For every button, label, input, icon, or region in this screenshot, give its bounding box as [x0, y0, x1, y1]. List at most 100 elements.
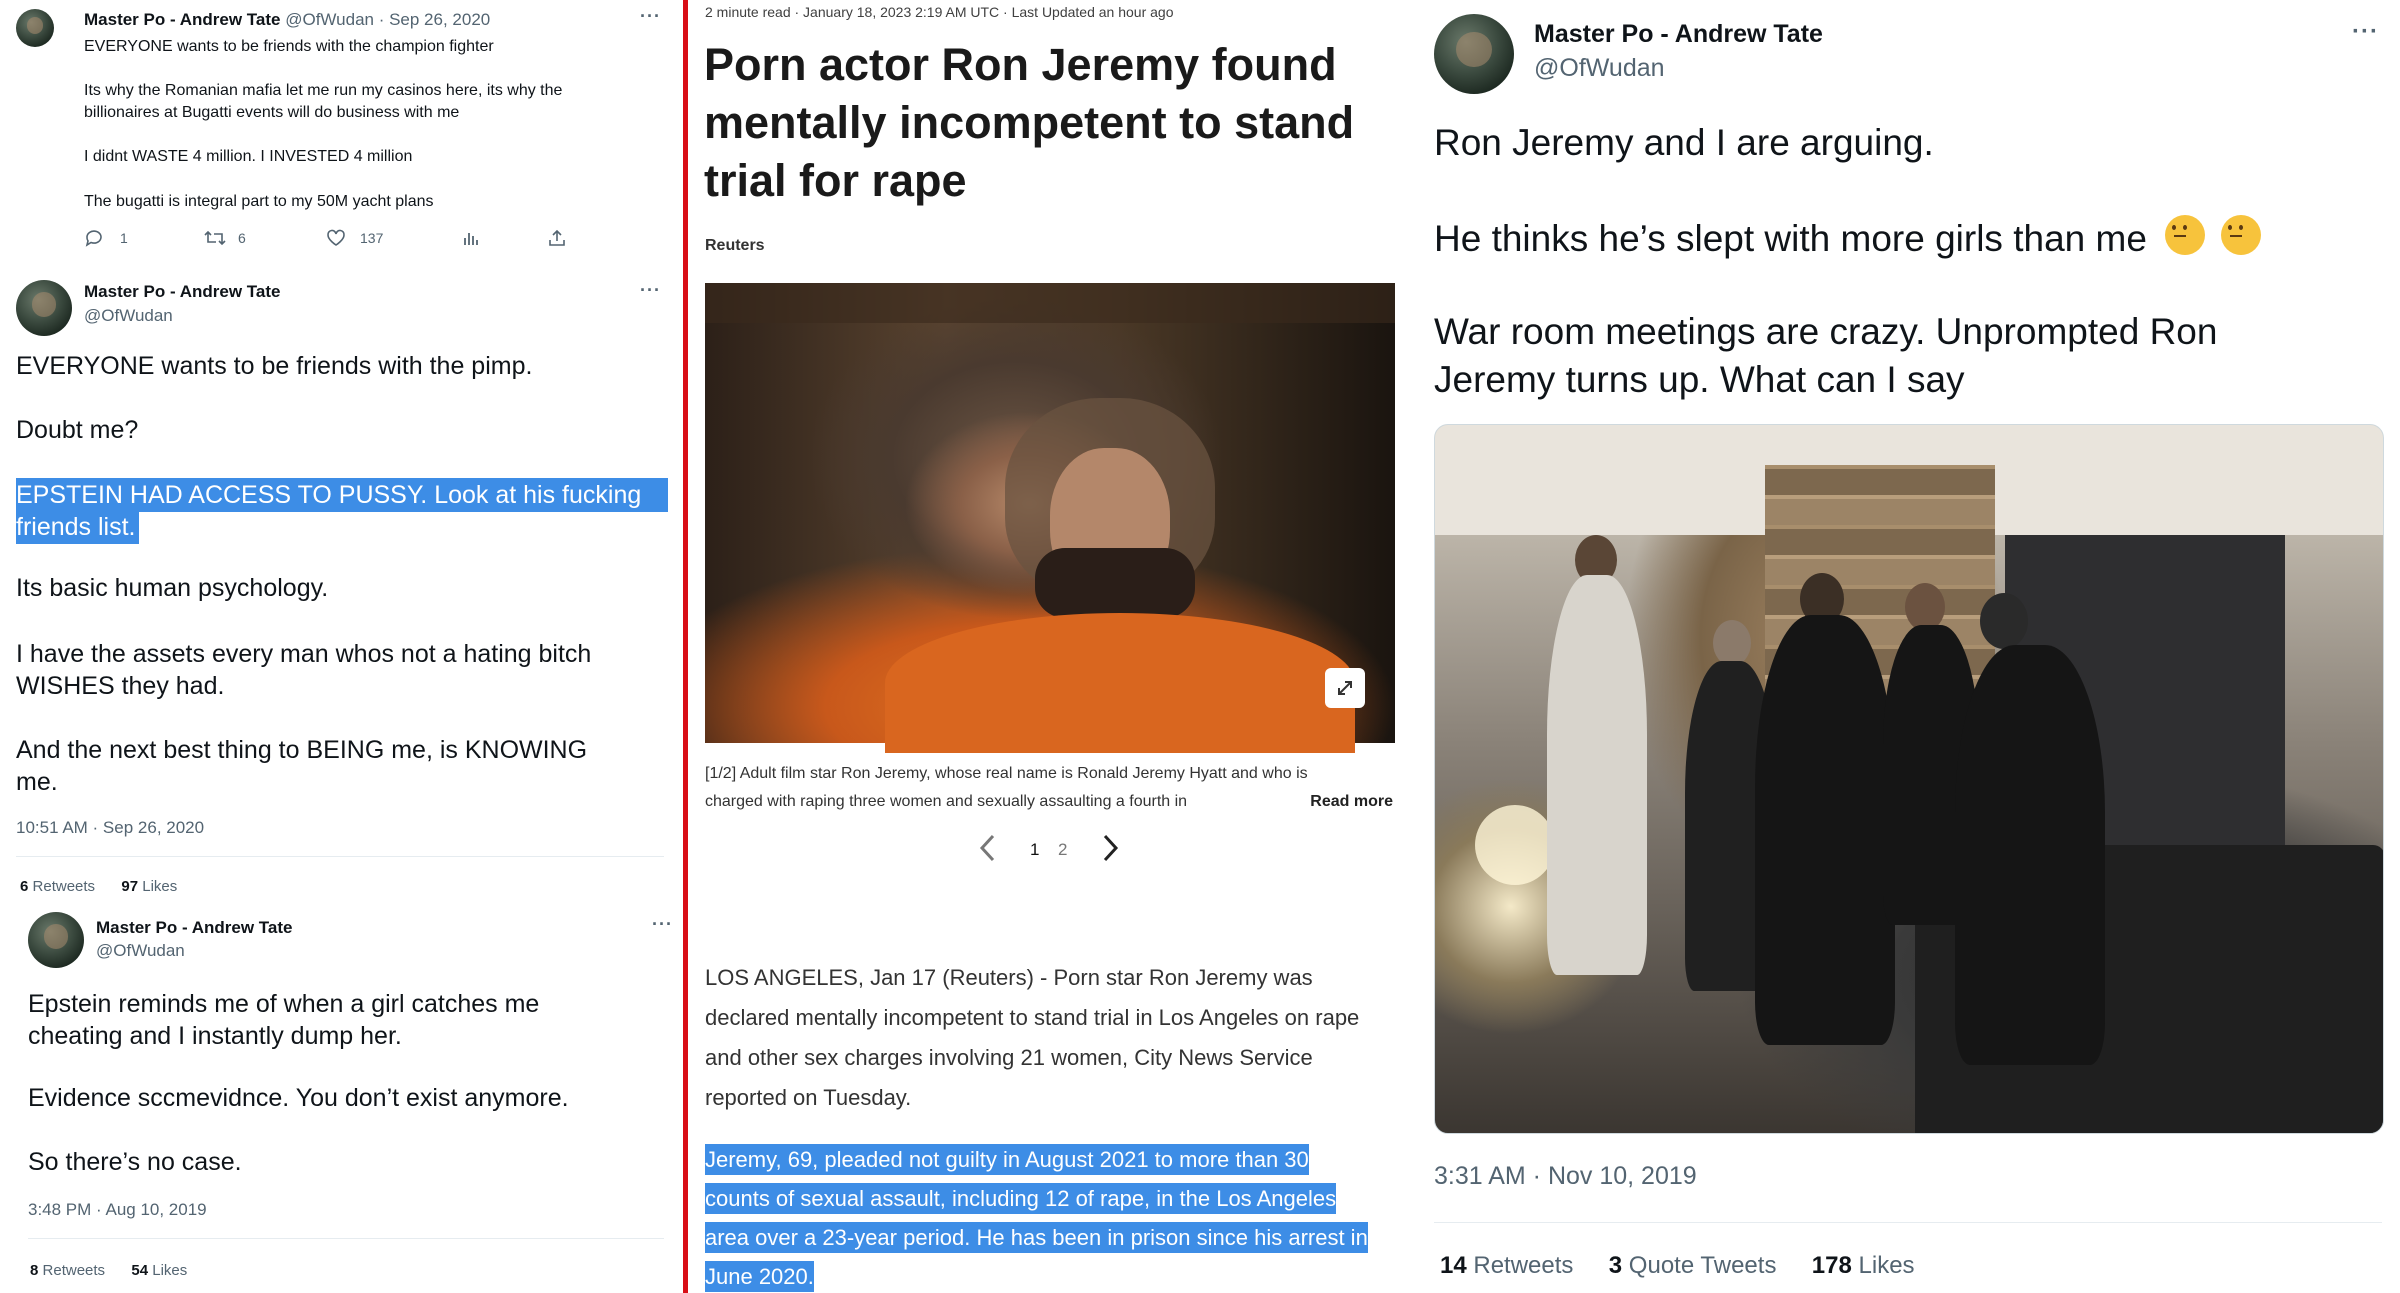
tweet-line: And the next best thing to BEING me, is … [16, 736, 588, 764]
share-icon[interactable] [548, 229, 566, 250]
chevron-right-icon[interactable] [1098, 832, 1122, 869]
headline-line: Porn actor Ron Jeremy found [704, 39, 1337, 90]
photo-caption: [1/2] Adult film star Ron Jeremy, whose … [705, 760, 1395, 816]
retweet-label[interactable]: Retweets [43, 1262, 106, 1279]
tweet-photo[interactable] [1434, 424, 2384, 1134]
photo-frame [705, 283, 1395, 323]
photo-lamp [1475, 805, 1555, 885]
divider [16, 856, 664, 857]
avatar[interactable] [16, 280, 72, 336]
chevron-left-icon[interactable] [976, 832, 1000, 869]
handle-date[interactable]: @OfWudan · Sep 26, 2020 [285, 10, 490, 29]
like-count[interactable]: 54 [131, 1262, 148, 1279]
tweet-timestamp[interactable]: 10:51 AM · Sep 26, 2020 [16, 818, 204, 838]
article-headline: Porn actor Ron Jeremy found mentally inc… [704, 36, 1354, 210]
divider [1434, 1222, 2382, 1223]
author-handle[interactable]: @OfWudan [1534, 54, 1665, 83]
photo-person-head [1980, 593, 2028, 649]
like-count[interactable]: 178 [1812, 1252, 1852, 1279]
author-name[interactable]: Master Po - Andrew Tate [84, 10, 280, 29]
retweet-label[interactable]: Retweets [1473, 1252, 1573, 1279]
selected-text: friends list. [16, 510, 140, 544]
article-source[interactable]: Reuters [705, 237, 765, 255]
quote-count[interactable]: 3 [1609, 1252, 1622, 1279]
retweet-count[interactable]: 8 [30, 1262, 38, 1279]
retweet-icon[interactable] [204, 229, 226, 250]
article-panel: 2 minute read · January 18, 2023 2:19 AM… [688, 0, 1400, 1293]
quote-label[interactable]: Quote Tweets [1629, 1252, 1777, 1279]
reply-icon[interactable] [84, 229, 104, 250]
like-count[interactable]: 97 [121, 878, 138, 895]
tweet1-actions: 1 6 137 [84, 229, 584, 251]
retweet-count[interactable]: 6 [20, 878, 28, 895]
tweet-line: Epstein reminds me of when a girl catche… [28, 990, 540, 1018]
photo-person-head [1905, 583, 1945, 631]
tweet-timestamp[interactable]: 3:31 AM · Nov 10, 2019 [1434, 1162, 1697, 1191]
author-handle[interactable]: @OfWudan [96, 941, 185, 961]
author-handle[interactable]: @OfWudan [84, 306, 173, 326]
article-meta: 2 minute read · January 18, 2023 2:19 AM… [705, 4, 1174, 20]
photo-person [1755, 615, 1895, 1045]
article-paragraph-1: LOS ANGELES, Jan 17 (Reuters) - Porn sta… [705, 958, 1359, 1118]
tweet-line: billionaires at Bugatti events will do b… [84, 104, 460, 121]
photo-person-head [1713, 620, 1751, 666]
photo-figure-mask [1035, 548, 1195, 618]
tweet-line: The bugatti is integral part to my 50M y… [84, 193, 434, 210]
headline-line: mentally incompetent to stand [704, 97, 1355, 148]
like-label[interactable]: Likes [1859, 1252, 1915, 1279]
tweet-line: He thinks he’s slept with more girls tha… [1434, 218, 2147, 259]
views-icon[interactable] [462, 229, 480, 250]
avatar[interactable] [16, 9, 54, 47]
author-name[interactable]: Master Po - Andrew Tate [84, 282, 280, 302]
tweet-line-with-emoji: He thinks he’s slept with more girls tha… [1434, 215, 2262, 260]
more-icon[interactable]: ··· [640, 280, 661, 301]
expand-icon[interactable] [1325, 668, 1365, 708]
tweet-line: War room meetings are crazy. Unprompted … [1434, 311, 2218, 352]
page-indicator-2[interactable]: 2 [1058, 840, 1067, 860]
tweet-line: Ron Jeremy and I are arguing. [1434, 122, 1934, 163]
more-icon[interactable]: ··· [652, 914, 673, 935]
page-indicator-1[interactable]: 1 [1030, 840, 1039, 860]
tweet3-stats: 8 Retweets 54 Likes [30, 1262, 187, 1279]
tweet-line: cheating and I instantly dump her. [28, 1022, 402, 1050]
paragraph-line: and other sex charges involving 21 women… [705, 1045, 1313, 1070]
photo-figure-jumpsuit [885, 613, 1355, 753]
article-photo[interactable] [705, 283, 1395, 753]
caption-line-2: charged with raping three women and sexu… [705, 788, 1395, 816]
tweet-paragraph: War room meetings are crazy. Unprompted … [1434, 308, 2217, 404]
like-label[interactable]: Likes [152, 1262, 187, 1279]
tweet-line: EVERYONE wants to be friends with the ch… [84, 38, 494, 55]
tweet-paragraph: And the next best thing to BEING me, is … [16, 734, 587, 798]
right-tweet-panel: Master Po - Andrew Tate @OfWudan ··· Ron… [1402, 0, 2400, 1293]
retweet-label[interactable]: Retweets [33, 878, 96, 895]
like-icon[interactable] [326, 229, 346, 250]
photo-person [1547, 575, 1647, 975]
tweet1-header: Master Po - Andrew Tate @OfWudan · Sep 2… [84, 10, 490, 30]
tweet-line: EVERYONE wants to be friends with the pi… [16, 352, 533, 380]
tweet-line: So there’s no case. [28, 1148, 242, 1176]
reply-count: 1 [120, 230, 128, 246]
avatar[interactable] [28, 912, 84, 968]
article-paragraph-2: Jeremy, 69, pleaded not guilty in August… [705, 1140, 1368, 1293]
paragraph-line: declared mentally incompetent to stand t… [705, 1005, 1360, 1030]
more-icon[interactable]: ··· [2352, 18, 2379, 46]
more-icon[interactable]: ··· [640, 6, 661, 27]
avatar[interactable] [1434, 14, 1514, 94]
read-more-link[interactable]: Read more [1270, 788, 1393, 816]
like-label[interactable]: Likes [142, 878, 177, 895]
tweet-line: Evidence sccmevidnce. You don’t exist an… [28, 1084, 569, 1112]
headline-line: trial for rape [704, 155, 967, 206]
retweet-count[interactable]: 14 [1440, 1252, 1467, 1279]
selected-text: EPSTEIN HAD ACCESS TO PUSSY. Look at his… [16, 478, 668, 512]
selected-text: area over a 23-year period. He has been … [705, 1222, 1368, 1253]
retweet-count: 6 [238, 230, 246, 246]
caption-line: [1/2] Adult film star Ron Jeremy, whose … [705, 765, 1308, 782]
left-tweets-panel: Master Po - Andrew Tate @OfWudan · Sep 2… [0, 0, 680, 1293]
like-count: 137 [360, 230, 384, 246]
author-name[interactable]: Master Po - Andrew Tate [1534, 20, 1823, 49]
thinking-face-icon [2165, 215, 2206, 255]
photo-person [1955, 645, 2105, 1065]
tweet-timestamp[interactable]: 3:48 PM · Aug 10, 2019 [28, 1200, 207, 1220]
tweet-line: WISHES they had. [16, 672, 225, 700]
author-name[interactable]: Master Po - Andrew Tate [96, 918, 292, 938]
